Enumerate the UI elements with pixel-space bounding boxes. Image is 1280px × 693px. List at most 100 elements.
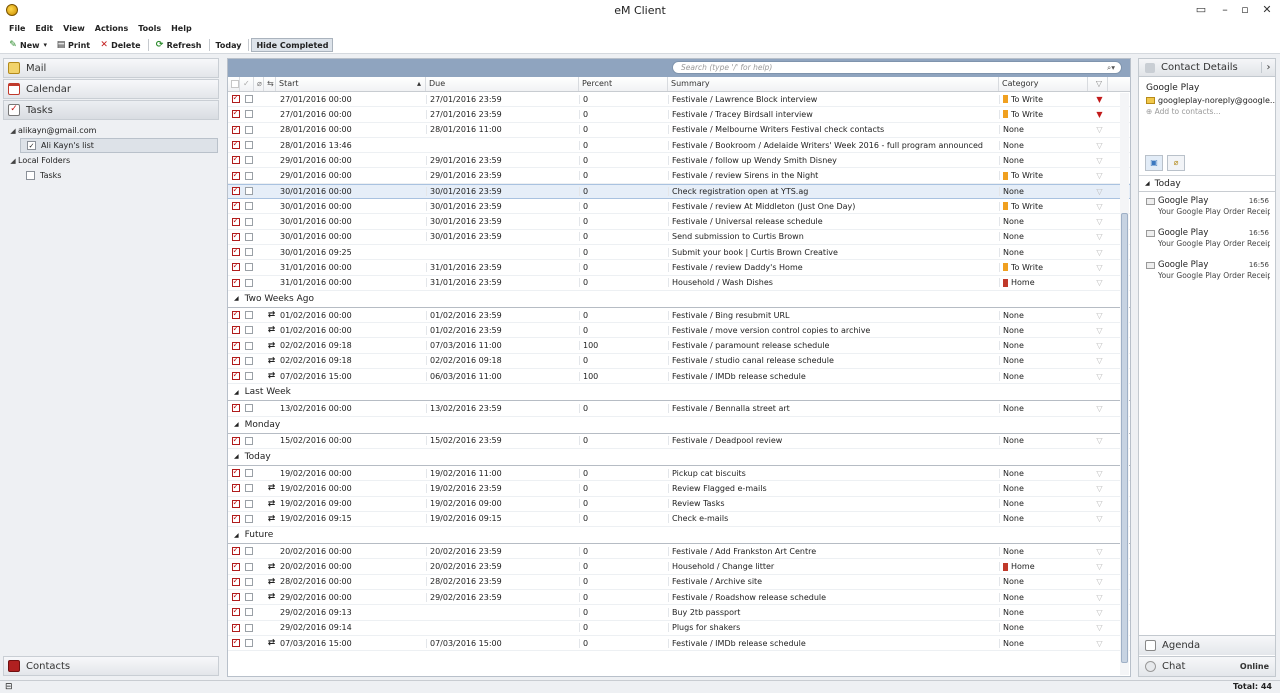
completed-checkbox[interactable]	[228, 577, 240, 586]
mail-item[interactable]: Google Play 16:56 Your Google Play Order R…	[1139, 224, 1275, 256]
chevron-down-icon[interactable]: ▾	[44, 41, 48, 49]
category-cell[interactable]: None	[999, 356, 1088, 366]
category-cell[interactable]: To Write	[999, 171, 1088, 181]
table-row[interactable]: ⇄ 19/02/2016 00:00 19/02/2016 23:590Review…	[228, 481, 1130, 497]
group-header[interactable]: ◢ Two Weeks Ago	[228, 291, 1130, 308]
completed-checkbox[interactable]	[228, 608, 240, 617]
completed-checkbox[interactable]	[228, 341, 240, 350]
local-folders-node[interactable]: ◢ Local Folders	[0, 153, 222, 168]
today-button[interactable]: Today	[212, 38, 246, 52]
table-row[interactable]: 27/01/2016 00:00 27/01/2016 23:590Festiva…	[228, 107, 1130, 123]
group-header[interactable]: ◢ Last Week	[228, 384, 1130, 402]
completed-checkbox[interactable]	[228, 484, 240, 493]
flag-cell[interactable]: ▽	[1088, 547, 1108, 556]
sync-status-icon[interactable]: ⊟	[5, 682, 13, 692]
table-row[interactable]: ⇄07/03/2016 15:0007/03/2016 15:000Festiv…	[228, 636, 1130, 652]
table-row[interactable]: ⇄02/02/2016 09:1802/02/2016 09:180Festiv…	[228, 354, 1130, 370]
task-list-ali-kayn[interactable]: ✓ Ali Kayn's list	[20, 138, 218, 153]
flag-cell[interactable]: ▼	[1088, 95, 1108, 104]
table-row[interactable]: 30/01/2016 00:00 30/01/2016 23:590Check r…	[228, 183, 1130, 200]
completed-checkbox[interactable]	[228, 171, 240, 180]
flag-cell[interactable]: ▽	[1088, 577, 1108, 586]
flag-cell[interactable]: ▽	[1088, 639, 1108, 648]
table-row[interactable]: 30/01/2016 00:00 30/01/2016 23:590Festiva…	[228, 199, 1130, 215]
contact-details-header[interactable]: Contact Details ›	[1139, 59, 1275, 77]
restore-tray-icon[interactable]: ▭	[1192, 2, 1210, 18]
table-row[interactable]: 20/02/2016 00:00 20/02/2016 23:590Festiva…	[228, 544, 1130, 560]
done-checkbox[interactable]	[240, 404, 254, 413]
mail-group-today[interactable]: ◢ Today	[1139, 176, 1275, 192]
table-row[interactable]: 30/01/2016 09:25 0Submit your book | Curt…	[228, 245, 1130, 261]
completed-checkbox[interactable]	[228, 372, 240, 381]
flag-cell[interactable]: ▽	[1088, 593, 1108, 602]
local-tasks-folder[interactable]: Tasks	[0, 168, 222, 183]
table-row[interactable]: ⇄19/02/2016 09:0019/02/2016 09:000Review…	[228, 497, 1130, 512]
flag-cell[interactable]: ▽	[1088, 232, 1108, 241]
category-cell[interactable]: None	[999, 232, 1088, 242]
done-checkbox[interactable]	[240, 311, 254, 319]
table-row[interactable]: ⇄ 01/02/2016 00:00 01/02/2016 23:590Festiv…	[228, 323, 1130, 339]
done-checkbox[interactable]	[240, 499, 254, 508]
category-cell[interactable]: None	[999, 546, 1088, 556]
menu-edit[interactable]: Edit	[30, 21, 58, 37]
chat-button[interactable]: Chat Online	[1139, 656, 1275, 676]
refresh-button[interactable]: ⟳ Refresh	[151, 38, 206, 52]
done-checkbox[interactable]	[240, 608, 254, 617]
collapse-arrow-icon[interactable]: ◢	[8, 157, 18, 165]
category-cell[interactable]: None	[999, 310, 1088, 320]
flag-cell[interactable]: ▽	[1088, 141, 1108, 150]
table-row[interactable]: 31/01/2016 00:00 31/01/2016 23:590Festiva…	[228, 260, 1130, 276]
table-row[interactable]: 15/02/2016 00:00 15/02/2016 23:590Festiva…	[228, 434, 1130, 449]
collapse-arrow-icon[interactable]: ◢	[234, 453, 239, 460]
done-checkbox[interactable]	[240, 436, 254, 445]
completed-checkbox[interactable]	[228, 639, 240, 648]
completed-checkbox[interactable]	[228, 156, 240, 165]
table-row[interactable]: ⇄19/02/2016 09:1519/02/2016 09:150Check …	[228, 512, 1130, 528]
flag-column-header[interactable]	[228, 77, 240, 91]
done-checkbox[interactable]	[240, 171, 254, 180]
table-row[interactable]: 30/01/2016 00:00 30/01/2016 23:590Festiva…	[228, 214, 1130, 230]
flag-cell[interactable]: ▽	[1088, 562, 1108, 571]
category-cell[interactable]: None	[999, 325, 1088, 335]
flag-cell[interactable]: ▽	[1088, 484, 1108, 493]
table-row[interactable]: ⇄ 01/02/2016 00:00 01/02/2016 23:590Festiv…	[228, 308, 1130, 324]
category-cell[interactable]: None	[999, 140, 1088, 150]
completed-checkbox[interactable]	[228, 311, 240, 319]
flag-cell[interactable]: ▼	[1088, 110, 1108, 119]
flag-cell[interactable]: ▽	[1088, 608, 1108, 617]
category-cell[interactable]: None	[999, 638, 1088, 648]
done-checkbox[interactable]	[240, 639, 254, 648]
category-cell[interactable]: None	[999, 403, 1088, 413]
collapse-arrow-icon[interactable]: ◢	[234, 389, 239, 396]
flag-cell[interactable]: ▽	[1088, 278, 1108, 287]
table-row[interactable]: 13/02/2016 00:00 13/02/2016 23:590Festiva…	[228, 401, 1130, 417]
done-checkbox[interactable]	[240, 562, 254, 571]
mail-item[interactable]: Google Play 16:56 Your Google Play Order R…	[1139, 192, 1275, 224]
collapse-arrow-icon[interactable]: ◢	[1145, 180, 1150, 187]
flag-cell[interactable]: ▽	[1088, 326, 1108, 335]
minimize-button[interactable]: –	[1216, 2, 1234, 18]
done-column-header[interactable]: ✓	[240, 77, 254, 91]
completed-checkbox[interactable]	[228, 263, 240, 272]
done-checkbox[interactable]	[240, 577, 254, 586]
vertical-scrollbar[interactable]	[1120, 93, 1129, 675]
new-button[interactable]: ✎ New ▾	[4, 38, 51, 52]
flag-cell[interactable]: ▽	[1088, 469, 1108, 478]
category-column-header[interactable]: Category	[999, 77, 1088, 91]
category-cell[interactable]: To Write	[999, 109, 1088, 119]
flag-cell[interactable]: ▽	[1088, 623, 1108, 632]
tab-attachments[interactable]: ⌀	[1167, 155, 1185, 171]
table-row[interactable]: 27/01/2016 00:00 27/01/2016 23:590Festiva…	[228, 92, 1130, 108]
category-cell[interactable]: None	[999, 247, 1088, 257]
completed-checkbox[interactable]	[228, 232, 240, 241]
category-cell[interactable]: None	[999, 607, 1088, 617]
nav-contacts[interactable]: Contacts	[3, 656, 219, 676]
contact-email[interactable]: googleplay-noreply@google....	[1139, 93, 1275, 105]
done-checkbox[interactable]	[240, 623, 254, 632]
category-cell[interactable]: None	[999, 186, 1088, 196]
flag-cell[interactable]: ▽	[1088, 171, 1108, 180]
done-checkbox[interactable]	[240, 110, 254, 119]
table-row[interactable]: ⇄ 29/02/2016 00:00 29/02/2016 23:590Festiv…	[228, 590, 1130, 606]
mail-item[interactable]: Google Play 16:56 Your Google Play Order R…	[1139, 256, 1275, 288]
completed-checkbox[interactable]	[228, 562, 240, 571]
